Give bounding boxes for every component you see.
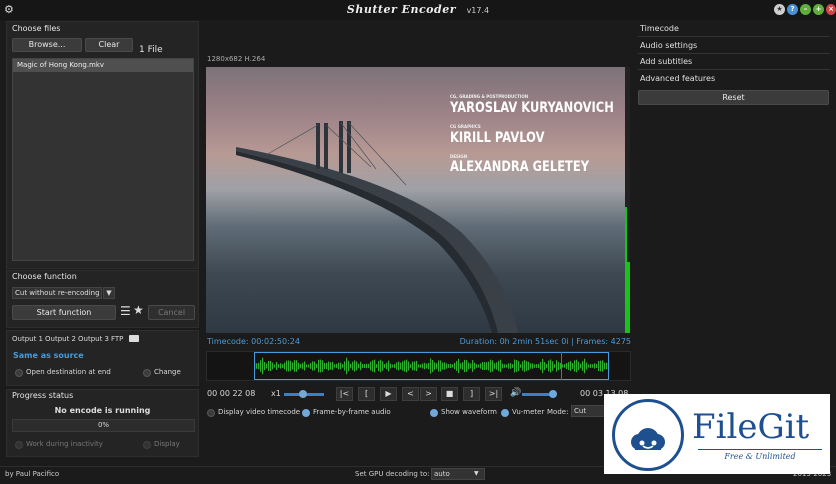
mode-label: Mode:	[547, 408, 569, 416]
tab-output-3[interactable]: Output 3	[78, 335, 109, 343]
show-waveform-checkbox[interactable]	[430, 409, 438, 417]
destination-label: Same as source	[13, 351, 84, 360]
help-icon[interactable]: ?	[787, 4, 798, 15]
watermark-brand: FileGit	[692, 407, 810, 447]
credit-name-3: ALEXANDRA GELETEY	[450, 159, 590, 175]
display-label: Display	[154, 440, 180, 448]
show-waveform-label: Show waveform	[441, 408, 497, 416]
app-title: Shutter Encoder v17.4	[0, 3, 836, 16]
change-checkbox[interactable]	[143, 369, 151, 377]
playhead[interactable]	[561, 352, 562, 380]
video-info: 1280x682 H.264	[207, 55, 266, 63]
app-name: Shutter Encoder	[346, 3, 457, 16]
mark-in-button[interactable]: [	[358, 387, 375, 401]
next-frame-button[interactable]: >	[420, 387, 437, 401]
vu-meter-label: Vu-meter	[512, 408, 545, 416]
gpu-label: Set GPU decoding to:	[355, 470, 430, 478]
tab-output-2[interactable]: Output 2	[45, 335, 76, 343]
star-icon[interactable]: ★	[774, 4, 785, 15]
add-subtitles-section[interactable]: Add subtitles	[640, 57, 692, 66]
start-function-button[interactable]: Start function	[12, 305, 116, 320]
choose-function-header: Choose function	[12, 272, 77, 281]
change-label: Change	[154, 368, 181, 376]
chevron-down-icon[interactable]: ▼	[474, 470, 479, 477]
timecode-display: Timecode: 00:02:50:24	[207, 337, 300, 346]
divider	[698, 449, 822, 450]
play-button[interactable]: ▶	[380, 387, 397, 401]
chevron-down-icon[interactable]: ▼	[103, 287, 115, 299]
tab-ftp[interactable]: FTP	[111, 335, 123, 343]
open-destination-label: Open destination at end	[26, 368, 111, 376]
tab-output-1[interactable]: Output 1	[12, 335, 43, 343]
credit-role-2: CG GRAPHICS	[450, 124, 481, 129]
close-icon[interactable]: ×	[826, 4, 836, 15]
duration-display: Duration: 0h 2min 51sec 0i | Frames: 427…	[459, 337, 631, 346]
display-checkbox[interactable]	[143, 441, 151, 449]
volume-slider-handle[interactable]	[549, 390, 557, 398]
divider	[638, 53, 830, 54]
watermark-tagline: Free & Unlimited	[724, 452, 796, 461]
timecode-section[interactable]: Timecode	[640, 24, 679, 33]
display-timecode-label: Display video timecode	[218, 408, 301, 416]
file-count: 1 File	[139, 45, 163, 55]
previous-frame-button[interactable]: <	[402, 387, 419, 401]
author-label: by Paul Pacifico	[5, 470, 60, 478]
cancel-button[interactable]: Cancel	[148, 305, 195, 320]
stop-button[interactable]: ■	[441, 387, 458, 401]
volume-icon[interactable]: 🔊	[510, 388, 521, 398]
go-end-button[interactable]: >|	[485, 387, 502, 401]
speed-label: x1	[271, 389, 281, 398]
favorite-star-icon[interactable]: ★	[133, 303, 144, 317]
credit-name-2: KIRILL PAVLOV	[450, 130, 545, 146]
progress-status: No encode is running	[54, 406, 151, 415]
clear-button[interactable]: Clear	[85, 38, 133, 52]
credit-name-1: YAROSLAV KURYANOVICH	[450, 100, 614, 116]
choose-files-header: Choose files	[12, 24, 61, 33]
function-select-value: Cut without re-encoding	[15, 289, 100, 297]
frame-audio-checkbox[interactable]	[302, 409, 310, 417]
browse-button[interactable]: Browse...	[12, 38, 82, 52]
file-list[interactable]	[12, 58, 194, 261]
display-timecode-checkbox[interactable]	[207, 409, 215, 417]
audio-settings-section[interactable]: Audio settings	[640, 41, 697, 50]
progress-header: Progress status	[12, 391, 74, 400]
file-list-item-label: Magic of Hong Kong.mkv	[17, 61, 105, 69]
open-destination-checkbox[interactable]	[15, 369, 23, 377]
time-in[interactable]: 00 00 22 08	[207, 389, 255, 398]
work-inactivity-checkbox[interactable]	[15, 441, 23, 449]
filegit-logo	[612, 399, 684, 471]
work-inactivity-label: Work during inactivity	[26, 440, 103, 448]
reset-button[interactable]: Reset	[638, 90, 829, 105]
credit-role-1: CG, GRADING & POSTPRODUCTION	[450, 94, 529, 99]
menu-icon[interactable]: ☰	[120, 304, 131, 318]
vu-meter-right	[627, 262, 630, 333]
selection-range[interactable]	[254, 352, 609, 380]
go-start-button[interactable]: |<	[336, 387, 353, 401]
gpu-select-value: auto	[434, 470, 450, 478]
divider	[638, 69, 830, 70]
frame-audio-label: Frame-by-frame audio	[313, 408, 391, 416]
vu-meter-checkbox[interactable]	[501, 409, 509, 417]
mode-select-value: Cut	[574, 407, 587, 415]
progress-percent: 0%	[97, 421, 110, 429]
maximize-icon[interactable]: +	[813, 4, 824, 15]
mark-out-button[interactable]: ]	[463, 387, 480, 401]
advanced-features-section[interactable]: Advanced features	[640, 74, 715, 83]
speed-slider-handle[interactable]	[299, 390, 307, 398]
minimize-icon[interactable]: –	[800, 4, 811, 15]
mail-icon[interactable]	[129, 335, 139, 342]
divider	[638, 36, 830, 37]
app-version: v17.4	[466, 6, 490, 15]
